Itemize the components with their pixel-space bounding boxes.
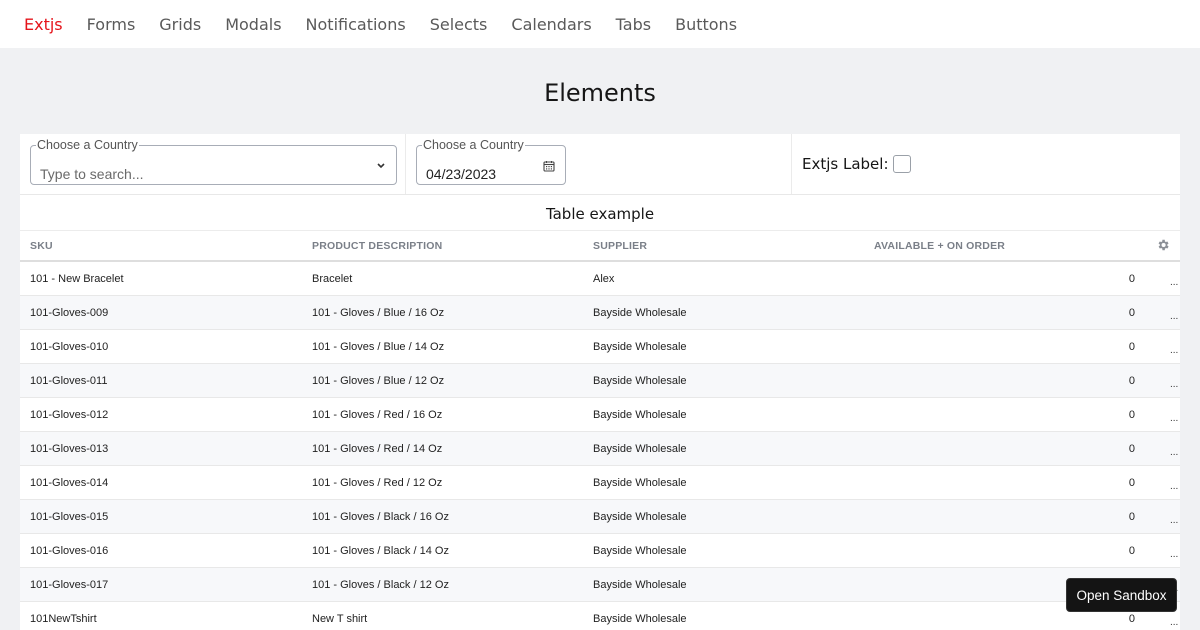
page-title: Elements xyxy=(544,79,656,107)
cell-available: 0 xyxy=(1128,544,1135,557)
row-more-icon[interactable]: ... xyxy=(1170,481,1180,492)
nav-item-forms[interactable]: Forms xyxy=(87,15,136,34)
date-input[interactable]: 04/23/2023 xyxy=(426,166,496,186)
column-header-supplier[interactable]: SUPPLIER xyxy=(583,240,864,252)
cell-sku: 101-Gloves-012 xyxy=(30,408,109,421)
table-row[interactable]: 101-Gloves-012 101 - Gloves / Red / 16 O… xyxy=(20,398,1180,432)
open-sandbox-button[interactable]: Open Sandbox xyxy=(1066,578,1177,612)
nav-item-extjs[interactable]: Extjs xyxy=(24,15,63,34)
cell-sku: 101-Gloves-009 xyxy=(30,306,109,319)
table-row[interactable]: 101 - New Bracelet Bracelet Alex 0 ... xyxy=(20,262,1180,296)
cell-description: 101 - Gloves / Black / 14 Oz xyxy=(312,544,449,557)
table-row[interactable]: 101NewTshirt New T shirt Bayside Wholesa… xyxy=(20,602,1180,630)
country-combo-label: Choose a Country xyxy=(37,138,138,152)
nav-item-modals[interactable]: Modals xyxy=(225,15,281,34)
table-row[interactable]: 101-Gloves-010 101 - Gloves / Blue / 14 … xyxy=(20,330,1180,364)
elements-panel: Choose a Country Type to search... Choos… xyxy=(20,134,1180,630)
nav-item-notifications[interactable]: Notifications xyxy=(306,15,406,34)
row-more-icon[interactable]: ... xyxy=(1170,549,1180,560)
table-row[interactable]: 101-Gloves-009 101 - Gloves / Blue / 16 … xyxy=(20,296,1180,330)
cell-supplier: Bayside Wholesale xyxy=(593,340,687,353)
row-more-icon[interactable]: ... xyxy=(1170,447,1180,458)
cell-supplier: Bayside Wholesale xyxy=(593,578,687,591)
cell-available: 0 xyxy=(1128,374,1135,387)
row-more-icon[interactable]: ... xyxy=(1170,379,1180,390)
cell-sku: 101-Gloves-013 xyxy=(30,442,109,455)
cell-sku: 101-Gloves-011 xyxy=(30,374,108,387)
cell-supplier: Bayside Wholesale xyxy=(593,442,687,455)
cell-supplier: Alex xyxy=(593,272,615,285)
nav-item-calendars[interactable]: Calendars xyxy=(511,15,591,34)
table-row[interactable]: 101-Gloves-013 101 - Gloves / Red / 14 O… xyxy=(20,432,1180,466)
cell-sku: 101-Gloves-016 xyxy=(30,544,109,557)
row-more-icon[interactable]: ... xyxy=(1170,277,1180,288)
cell-description: 101 - Gloves / Red / 16 Oz xyxy=(312,408,443,421)
top-nav: Extjs Forms Grids Modals Notifications S… xyxy=(0,0,1200,48)
table-row[interactable]: 101-Gloves-017 101 - Gloves / Black / 12… xyxy=(20,568,1180,602)
cell-supplier: Bayside Wholesale xyxy=(593,510,687,523)
row-more-icon[interactable]: ... xyxy=(1170,311,1180,322)
country-search-input[interactable]: Type to search... xyxy=(40,166,144,186)
calendar-icon[interactable] xyxy=(543,160,555,175)
cell-description: 101 - Gloves / Black / 12 Oz xyxy=(312,578,449,591)
cell-sku: 101-Gloves-010 xyxy=(30,340,109,353)
column-header-description[interactable]: PRODUCT DESCRIPTION xyxy=(302,240,583,252)
cell-sku: 101NewTshirt xyxy=(30,612,97,625)
nav-item-selects[interactable]: Selects xyxy=(430,15,488,34)
chevron-down-icon[interactable] xyxy=(376,160,386,173)
nav-item-grids[interactable]: Grids xyxy=(159,15,201,34)
date-field-cell: Choose a Country 04/23/2023 xyxy=(406,134,792,194)
row-more-icon[interactable]: ... xyxy=(1170,413,1180,424)
cell-available: 0 xyxy=(1128,442,1135,455)
cell-supplier: Bayside Wholesale xyxy=(593,408,687,421)
cell-description: 101 - Gloves / Blue / 16 Oz xyxy=(312,306,445,319)
row-more-icon[interactable]: ... xyxy=(1170,617,1180,628)
cell-description: 101 - Gloves / Black / 16 Oz xyxy=(312,510,449,523)
country-combo[interactable]: Choose a Country Type to search... xyxy=(30,138,397,185)
gear-icon[interactable] xyxy=(1156,237,1170,256)
table-row[interactable]: 101-Gloves-014 101 - Gloves / Red / 12 O… xyxy=(20,466,1180,500)
cell-sku: 101 - New Bracelet xyxy=(30,272,124,285)
nav-item-buttons[interactable]: Buttons xyxy=(675,15,737,34)
table-row[interactable]: 101-Gloves-011 101 - Gloves / Blue / 12 … xyxy=(20,364,1180,398)
column-header-sku[interactable]: SKU xyxy=(20,240,302,252)
country-combo-cell: Choose a Country Type to search... xyxy=(20,134,406,194)
cell-description: 101 - Gloves / Red / 14 Oz xyxy=(312,442,443,455)
cell-supplier: Bayside Wholesale xyxy=(593,476,687,489)
grid-header: SKU PRODUCT DESCRIPTION SUPPLIER AVAILAB… xyxy=(20,231,1180,262)
cell-description: 101 - Gloves / Blue / 12 Oz xyxy=(312,374,445,387)
table-title: Table example xyxy=(20,195,1180,231)
table-row[interactable]: 101-Gloves-016 101 - Gloves / Black / 14… xyxy=(20,534,1180,568)
table-row[interactable]: 101-Gloves-015 101 - Gloves / Black / 16… xyxy=(20,500,1180,534)
cell-sku: 101-Gloves-014 xyxy=(30,476,109,489)
cell-available: 0 xyxy=(1128,476,1135,489)
date-field[interactable]: Choose a Country 04/23/2023 xyxy=(416,138,566,185)
nav-item-tabs[interactable]: Tabs xyxy=(616,15,651,34)
row-more-icon[interactable]: ... xyxy=(1170,345,1180,356)
cell-available: 0 xyxy=(1128,306,1135,319)
cell-description: 101 - Gloves / Red / 12 Oz xyxy=(312,476,443,489)
checkbox-cell: Extjs Label: xyxy=(792,134,1180,194)
column-header-available[interactable]: AVAILABLE + ON ORDER xyxy=(864,240,1114,252)
grid-body: 101 - New Bracelet Bracelet Alex 0 ... 1… xyxy=(20,262,1180,630)
extjs-checkbox[interactable] xyxy=(892,155,911,173)
cell-available: 0 xyxy=(1128,510,1135,523)
form-row: Choose a Country Type to search... Choos… xyxy=(20,134,1180,195)
cell-available: 0 xyxy=(1128,340,1135,353)
cell-supplier: Bayside Wholesale xyxy=(593,612,687,625)
cell-supplier: Bayside Wholesale xyxy=(593,306,687,319)
checkbox-label: Extjs Label: xyxy=(802,155,889,173)
cell-description: New T shirt xyxy=(312,612,368,625)
date-field-label: Choose a Country xyxy=(423,138,524,152)
cell-description: Bracelet xyxy=(312,272,353,285)
cell-supplier: Bayside Wholesale xyxy=(593,544,687,557)
cell-available: 0 xyxy=(1128,408,1135,421)
cell-available: 0 xyxy=(1128,272,1135,285)
cell-available: 0 xyxy=(1128,612,1135,625)
cell-supplier: Bayside Wholesale xyxy=(593,374,687,387)
cell-sku: 101-Gloves-017 xyxy=(30,578,109,591)
cell-description: 101 - Gloves / Blue / 14 Oz xyxy=(312,340,445,353)
row-more-icon[interactable]: ... xyxy=(1170,515,1180,526)
cell-sku: 101-Gloves-015 xyxy=(30,510,109,523)
